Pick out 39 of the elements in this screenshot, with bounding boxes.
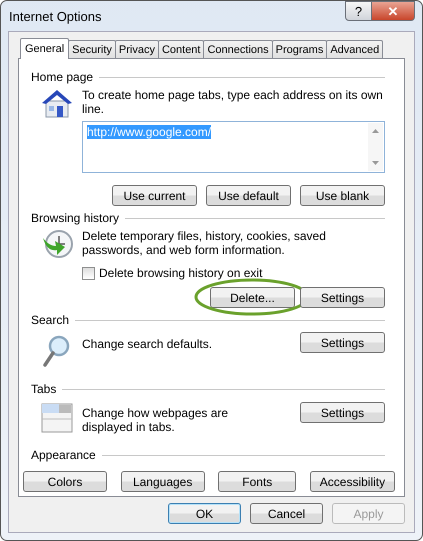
appearance-button[interactable]: Languages <box>120 471 205 492</box>
search-description: Change search defaults. <box>82 336 214 351</box>
delete-on-exit-checkbox[interactable]: Delete browsing history on exit <box>82 266 385 280</box>
history-button[interactable]: Delete... <box>210 287 295 308</box>
tabs-icon <box>40 403 72 433</box>
tab[interactable]: Connections <box>203 40 273 58</box>
appearance-button[interactable]: Accessibility <box>310 471 395 492</box>
scrollbar[interactable] <box>368 123 383 171</box>
checkbox[interactable] <box>82 266 95 280</box>
home-page-button[interactable]: Use default <box>206 185 291 206</box>
tab[interactable]: Programs <box>272 40 328 58</box>
window-title: Internet Options <box>8 8 102 24</box>
browsing-history-description: Delete temporary files, history, cookies, saved passwords, and web form information. <box>82 228 327 257</box>
search-settings-button[interactable]: Settings <box>300 332 385 353</box>
scroll-up-icon[interactable] <box>372 129 379 133</box>
tabs-description: Change how webpages are displayed in tabs. <box>82 405 230 434</box>
home-page-button[interactable]: Use current <box>112 185 197 206</box>
section-title: Browsing history <box>31 211 120 225</box>
section-title: Tabs <box>31 382 56 396</box>
appearance-button[interactable]: Colors <box>23 471 107 492</box>
dialog-button[interactable]: OK <box>168 503 241 524</box>
dialog-button[interactable]: Cancel <box>250 503 323 524</box>
section-title: Home page <box>31 70 94 84</box>
section-title: Appearance <box>31 448 96 462</box>
magnifier-icon <box>42 334 72 368</box>
house-icon <box>40 87 74 119</box>
appearance-button[interactable]: Fonts <box>218 471 296 492</box>
tab[interactable]: Advanced <box>326 40 384 58</box>
tabs-settings-button[interactable]: Settings <box>300 402 385 423</box>
tab[interactable]: Content <box>158 40 204 58</box>
tab[interactable]: Security <box>68 40 116 58</box>
tab[interactable]: General <box>20 38 70 59</box>
history-button[interactable]: Settings <box>300 287 385 308</box>
scroll-down-icon[interactable] <box>372 161 379 165</box>
home-page-button[interactable]: Use blank <box>300 185 385 206</box>
help-button[interactable]: ? <box>345 1 372 21</box>
home-page-instructions: To create home page tabs, type each address on its own line. <box>82 87 384 116</box>
tab[interactable]: Privacy <box>114 40 159 58</box>
section-title: Search <box>31 313 70 327</box>
